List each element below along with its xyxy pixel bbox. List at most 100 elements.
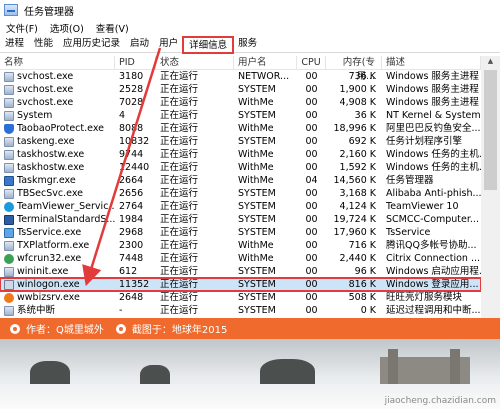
table-row[interactable]: taskhostw.exe 9744 正在运行 WithMe 00 2,160 K Wind… — [0, 148, 481, 161]
process-memory: 2,160 K — [339, 149, 376, 160]
table-row[interactable]: TeamViewer_Servic... 2764 正在运行 SYSTEM 00 4,12… — [0, 200, 481, 213]
column-header-cpu[interactable]: CPU — [297, 55, 326, 70]
tab-app-history[interactable]: 应用历史记录 — [58, 36, 125, 52]
process-name-text: System — [17, 110, 53, 121]
vertical-scrollbar[interactable]: ▲ — [481, 56, 500, 318]
column-header-pid[interactable]: PID — [115, 55, 156, 70]
process-name-text: taskhostw.exe — [17, 162, 85, 173]
process-pid: 2764 — [119, 201, 144, 212]
scroll-up-arrow-icon[interactable]: ▲ — [481, 56, 500, 66]
column-header-memory[interactable]: 内存(专用... — [326, 55, 382, 82]
camera-icon — [115, 323, 126, 334]
process-user: NETWOR... — [238, 71, 290, 82]
process-memory: 716 K — [348, 240, 376, 251]
process-name-text: svchost.exe — [17, 71, 74, 82]
process-description: TeamViewer 10 — [386, 201, 459, 212]
process-description: Citrix Connection ... — [386, 253, 481, 264]
process-user: SYSTEM — [238, 188, 276, 199]
process-memory: 3,168 K — [339, 188, 376, 199]
menu-options[interactable]: 选项(O) — [44, 21, 90, 35]
table-row[interactable]: wininit.exe 612 正在运行 SYSTEM 00 96 K Windows 启动… — [0, 265, 481, 278]
process-cpu: 04 — [305, 175, 318, 186]
process-name: winlogon.exe — [0, 278, 115, 291]
table-row[interactable]: svchost.exe 7028 正在运行 WithMe 00 4,908 K Window… — [0, 96, 481, 109]
process-pid: 7028 — [119, 97, 144, 108]
tab-services[interactable]: 服务 — [233, 36, 262, 52]
box-process-icon — [4, 71, 14, 82]
process-name: svchost.exe — [0, 96, 115, 109]
box-process-icon — [4, 266, 14, 277]
box-process-icon — [4, 110, 14, 121]
process-name-text: wwbizsrv.exe — [17, 292, 80, 303]
wf-process-icon — [4, 253, 14, 264]
process-memory: 19,724 K — [333, 214, 377, 225]
table-row[interactable]: TaobaoProtect.exe 8088 正在运行 WithMe 00 18,996 … — [0, 122, 481, 135]
tab-startup[interactable]: 启动 — [125, 36, 154, 52]
process-description: Windows 登录应用... — [386, 279, 479, 290]
process-name-text: taskeng.exe — [17, 136, 75, 147]
tab-bar: 进程 性能 应用历史记录 启动 用户 详细信息 服务 — [0, 36, 500, 54]
menu-file[interactable]: 文件(F) — [0, 21, 44, 35]
process-memory: 736 K — [348, 71, 376, 82]
process-description: SCMCC-Computer... — [386, 214, 479, 225]
author-banner: 作者：Q城里城外 截图于：地球年2015 — [0, 318, 500, 339]
process-name: svchost.exe — [0, 70, 115, 83]
process-pid: 2528 — [119, 84, 144, 95]
process-name: TXPlatform.exe — [0, 239, 115, 252]
process-memory: 508 K — [348, 292, 376, 303]
process-status: 正在运行 — [160, 201, 199, 212]
table-row[interactable]: wfcrun32.exe 7448 正在运行 WithMe 00 2,440 K Citri… — [0, 252, 481, 265]
process-name: TaobaoProtect.exe — [0, 122, 115, 135]
process-name: TBSecSvc.exe — [0, 187, 115, 200]
column-header-user[interactable]: 用户名 — [234, 55, 297, 70]
process-user: WithMe — [238, 162, 274, 173]
banner-author: 作者：Q城里城外 — [26, 325, 104, 336]
process-name-text: wininit.exe — [17, 266, 69, 277]
process-pid: 612 — [119, 266, 138, 277]
tab-users[interactable]: 用户 — [154, 36, 183, 52]
table-row[interactable]: Taskmgr.exe 2664 正在运行 WithMe 04 14,560 K 任务管理器 — [0, 174, 481, 187]
process-cpu: 00 — [305, 279, 318, 290]
process-user: SYSTEM — [238, 136, 276, 147]
person-icon — [10, 323, 20, 334]
process-user: WithMe — [238, 253, 274, 264]
table-row[interactable]: svchost.exe 3180 正在运行 NETWOR... 00 736 K Windo… — [0, 70, 481, 83]
table-row[interactable]: taskhostw.exe 12440 正在运行 WithMe 00 1,592 K Win… — [0, 161, 481, 174]
winlogon-process-icon — [4, 279, 14, 290]
process-user: SYSTEM — [238, 292, 276, 303]
table-row[interactable]: TBSecSvc.exe 2656 正在运行 SYSTEM 00 3,168 K Aliba… — [0, 187, 481, 200]
process-cpu: 00 — [305, 188, 318, 199]
process-status: 正在运行 — [160, 240, 199, 251]
table-row[interactable]: winlogon.exe 11352 正在运行 SYSTEM 00 816 K Window… — [0, 277, 482, 292]
process-status: 正在运行 — [160, 292, 199, 303]
column-header-name[interactable]: 名称 — [0, 55, 115, 70]
shield-process-icon — [4, 123, 14, 134]
table-row[interactable]: TsService.exe 2968 正在运行 SYSTEM 00 17,960 K TsS… — [0, 226, 481, 239]
process-user: WithMe — [238, 240, 274, 251]
scroll-thumb[interactable] — [484, 70, 497, 190]
tab-processes[interactable]: 进程 — [0, 36, 29, 52]
process-description: Windows 服务主进程 — [386, 97, 479, 108]
tab-performance[interactable]: 性能 — [29, 36, 58, 52]
menu-view[interactable]: 查看(V) — [90, 21, 135, 35]
process-name-text: taskhostw.exe — [17, 149, 85, 160]
table-row[interactable]: System 4 正在运行 SYSTEM 00 36 K NT Kernel & Syste… — [0, 109, 481, 122]
column-header-status[interactable]: 状态 — [156, 55, 234, 70]
table-row[interactable]: svchost.exe 2528 正在运行 SYSTEM 00 1,900 K Window… — [0, 83, 481, 96]
process-name: TerminalStandardS... — [0, 213, 115, 226]
table-row[interactable]: TXPlatform.exe 2300 正在运行 WithMe 00 716 K 腾讯QQ多… — [0, 239, 481, 252]
process-pid: 8088 — [119, 123, 144, 134]
process-pid: 2968 — [119, 227, 144, 238]
table-row[interactable]: 系统中断 - 正在运行 SYSTEM 00 0 K 延迟过程调用和中断... — [0, 304, 481, 317]
process-status: 正在运行 — [160, 188, 199, 199]
process-name-text: Taskmgr.exe — [17, 175, 76, 186]
process-name: taskhostw.exe — [0, 148, 115, 161]
table-row[interactable]: taskeng.exe 10832 正在运行 SYSTEM 00 692 K 任务计划程序引… — [0, 135, 481, 148]
process-memory: 2,440 K — [339, 253, 376, 264]
column-header-description[interactable]: 描述 — [382, 55, 481, 70]
process-pid: 4 — [119, 110, 126, 121]
table-row[interactable]: wwbizsrv.exe 2648 正在运行 SYSTEM 00 508 K 旺旺亮灯服务模… — [0, 291, 481, 304]
tab-details[interactable]: 详细信息 — [182, 36, 235, 54]
process-status: 正在运行 — [160, 214, 199, 225]
table-row[interactable]: TerminalStandardS... 1984 正在运行 SYSTEM 00 19,7… — [0, 213, 481, 226]
